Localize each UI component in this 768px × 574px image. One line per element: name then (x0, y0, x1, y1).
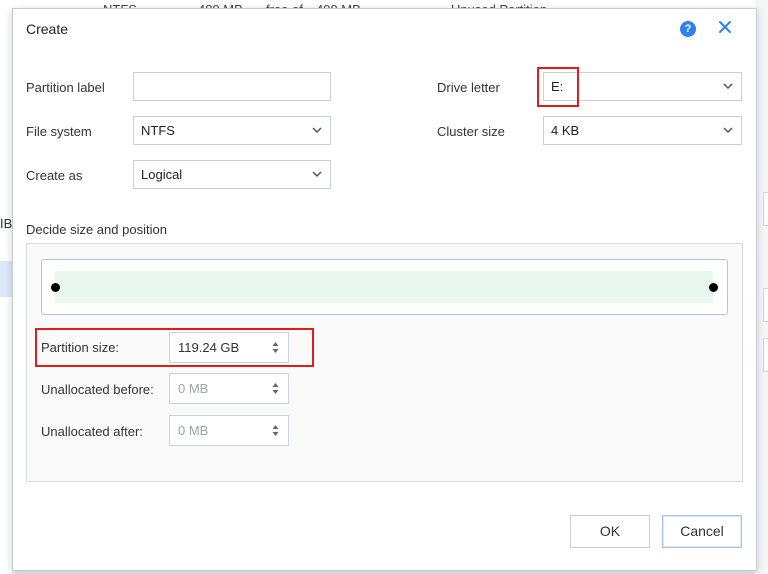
chevron-down-icon (312, 127, 322, 134)
bg-right-tab (763, 192, 768, 226)
partition-label-input[interactable] (133, 72, 331, 101)
partition-size-highlight (35, 328, 314, 367)
file-system-value: NTFS (141, 123, 175, 138)
close-icon[interactable] (715, 17, 735, 37)
drive-letter-label: Drive letter (437, 80, 500, 95)
bg-left-selection (0, 261, 12, 297)
ok-button[interactable]: OK (570, 515, 650, 548)
chevron-down-icon (723, 83, 733, 90)
cluster-size-select[interactable]: 4 KB (543, 116, 742, 145)
create-as-select[interactable]: Logical (133, 160, 331, 189)
bg-right-tab (763, 288, 768, 322)
unallocated-after-value: 0 MB (178, 423, 209, 438)
partition-slider[interactable] (41, 259, 728, 315)
dialog-title: Create (26, 21, 69, 37)
chevron-down-icon (312, 171, 322, 178)
cluster-size-value: 4 KB (551, 123, 580, 138)
partition-label-label: Partition label (26, 80, 105, 95)
create-as-label: Create as (26, 168, 83, 183)
background-left-panel: IB (0, 20, 12, 574)
bg-right-tab (763, 338, 768, 372)
partition-slider-fill (55, 271, 713, 303)
unallocated-before-value: 0 MB (178, 381, 209, 396)
slider-left-handle[interactable] (51, 283, 60, 292)
drive-letter-highlight (537, 67, 579, 107)
cancel-button[interactable]: Cancel (662, 515, 742, 548)
chevron-down-icon (723, 127, 733, 134)
spin-arrows-icon (272, 383, 279, 394)
size-position-panel: Partition size: 119.24 GB Unallocated be… (26, 243, 743, 482)
unallocated-after-label: Unallocated after: (41, 424, 143, 439)
file-system-label: File system (26, 124, 92, 139)
bg-left-fragment: IB (0, 216, 13, 231)
create-partition-dialog: Create ? Partition label File system NTF… (12, 8, 757, 571)
unallocated-before-label: Unallocated before: (41, 382, 154, 397)
size-section-heading: Decide size and position (26, 222, 167, 237)
question-circle-icon[interactable]: ? (680, 21, 696, 37)
slider-right-handle[interactable] (709, 283, 718, 292)
unallocated-before-spinbox[interactable]: 0 MB (169, 373, 289, 404)
cluster-size-label: Cluster size (437, 124, 505, 139)
file-system-select[interactable]: NTFS (133, 116, 331, 145)
create-as-value: Logical (141, 167, 183, 182)
unallocated-after-spinbox[interactable]: 0 MB (169, 415, 289, 446)
spin-arrows-icon (272, 425, 279, 436)
